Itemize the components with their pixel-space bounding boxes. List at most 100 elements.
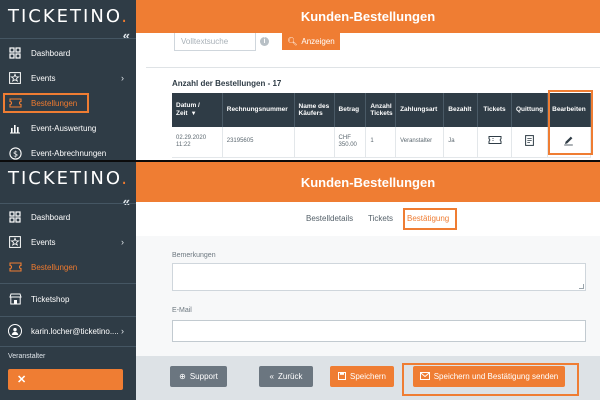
chevron-right-icon: › [121, 73, 124, 83]
sidebar: TICKETINO. « Dashboard Events › Bestellu… [0, 162, 136, 400]
remarks-label: Bemerkungen [172, 252, 216, 259]
cell-tickets [477, 127, 512, 158]
column-header-date[interactable]: Datum / Zeit ▼ [172, 93, 223, 127]
tab-bestaetigung[interactable]: Bestätigung [407, 214, 449, 223]
sidebar-item-event-auswertung[interactable]: Event-Auswertung [0, 117, 136, 139]
email-label: E-Mail [172, 307, 192, 314]
dollar-icon: $ [8, 146, 22, 160]
dashboard-icon [8, 46, 22, 60]
pencil-icon[interactable] [563, 136, 574, 148]
back-button[interactable]: « Zurück [259, 366, 313, 387]
table-row: 02.29.2020 11:22 23195605 CHF 350.00 1 V… [172, 127, 592, 158]
save-button[interactable]: Speichern [330, 366, 394, 387]
sidebar-item-label: Ticketshop [31, 294, 70, 304]
ticketino-logo[interactable]: TICKETINO. [8, 6, 129, 27]
action-footer: ⊕ Support « Zurück Speichern Speichern u… [136, 356, 600, 400]
sidebar-item-dashboard[interactable]: Dashboard [0, 42, 136, 64]
detail-tabs: Bestelldetails Tickets Bestätigung [136, 202, 600, 236]
sidebar-divider [0, 346, 136, 347]
sidebar-divider [0, 316, 136, 317]
cell-amount: CHF 350.00 [334, 127, 367, 158]
cell-ticket-count: 1 [365, 127, 397, 158]
table-header-row: Datum / Zeit ▼ Rechnungsnummer Name des K… [172, 93, 592, 127]
double-chevron-left-icon: « [269, 372, 274, 381]
sidebar-item-label: Events [31, 237, 56, 247]
sidebar-item-label: Bestellungen [31, 98, 78, 108]
sidebar-item-ticketshop[interactable]: Ticketshop [0, 288, 136, 310]
envelope-icon [419, 371, 430, 382]
sidebar-item-events[interactable]: Events › [0, 231, 136, 253]
sidebar-item-bestellungen[interactable]: Bestellungen [0, 92, 136, 114]
email-field[interactable] [172, 320, 586, 342]
back-button-label: Zurück [278, 372, 303, 381]
cell-payment: Veranstalter [395, 127, 445, 158]
support-button[interactable]: ⊕ Support [170, 366, 227, 387]
column-header-amount[interactable]: Betrag [334, 93, 367, 127]
shop-icon [8, 292, 22, 306]
save-button-label: Speichern [349, 372, 387, 381]
bar-chart-icon [8, 121, 22, 135]
chevron-right-icon: › [121, 237, 124, 247]
sidebar-item-label: Events [31, 73, 56, 83]
cell-invoice: 23195605 [222, 127, 295, 158]
page-title: Kunden-Bestellungen [300, 9, 436, 24]
sidebar-divider [0, 283, 136, 284]
sidebar-item-label: Dashboard [31, 48, 71, 58]
tab-tickets[interactable]: Tickets [368, 214, 393, 223]
page-header: Kunden-Bestellungen [136, 0, 600, 33]
cell-date: 02.29.2020 11:22 [172, 127, 223, 158]
show-button-label: Anzeigen [301, 37, 335, 46]
orders-table: Datum / Zeit ▼ Rechnungsnummer Name des K… [172, 93, 592, 158]
ticketino-logo[interactable]: TICKETINO. [8, 168, 129, 189]
remarks-textarea[interactable] [172, 263, 586, 291]
column-header-buyer[interactable]: Name des Käufers [294, 93, 335, 127]
active-tab-indicator [407, 228, 457, 229]
search-icon: 🔍︎ [287, 37, 298, 46]
chevron-right-icon: › [121, 326, 124, 336]
sidebar-item-user-account[interactable]: karin.locher@ticketino.... › [0, 320, 136, 342]
receipt-icon[interactable] [525, 134, 534, 148]
sort-down-icon[interactable]: ▼ [191, 111, 197, 117]
ticket-icon [8, 96, 22, 110]
ticket-download-icon[interactable] [488, 136, 502, 147]
sidebar-item-dashboard[interactable]: Dashboard [0, 206, 136, 228]
sidebar-divider [0, 38, 136, 39]
resize-handle-icon[interactable] [579, 284, 584, 289]
user-email: karin.locher@ticketino.... [31, 326, 119, 336]
role-close-button[interactable]: ✕ [8, 369, 123, 390]
sidebar-item-label: Event-Abrechnungen [31, 148, 107, 158]
svg-text:$: $ [12, 149, 17, 158]
save-icon [337, 371, 346, 382]
confirmation-form: Bemerkungen E-Mail [136, 236, 600, 356]
info-icon[interactable]: i [260, 37, 269, 46]
sidebar-item-bestellungen[interactable]: Bestellungen [0, 256, 136, 278]
sidebar-item-label: Event-Auswertung [31, 123, 97, 133]
save-and-send-button[interactable]: Speichern und Bestätigung senden [413, 366, 565, 387]
section-divider [146, 67, 600, 68]
cell-paid: Ja [443, 127, 479, 158]
column-header-paid[interactable]: Bezahlt [443, 93, 479, 127]
orders-list-view: TICKETINO. « Dashboard Events › Bestellu… [0, 0, 600, 160]
role-label: Veranstalter [8, 353, 46, 360]
search-input[interactable]: Volltextsuche [174, 33, 256, 51]
column-header-edit: Bearbeiten [547, 93, 592, 127]
order-detail-view: TICKETINO. « Dashboard Events › Bestellu… [0, 162, 600, 400]
sidebar-item-label: Dashboard [31, 212, 71, 222]
column-header-payment[interactable]: Zahlungsart [395, 93, 445, 127]
sidebar-item-events[interactable]: Events › [0, 67, 136, 89]
star-icon [8, 235, 22, 249]
sidebar-item-event-abrechnungen[interactable]: $ Event-Abrechnungen [0, 142, 136, 160]
page-header: Kunden-Bestellungen [136, 162, 600, 202]
orders-content: Volltextsuche i 🔍︎ Anzeigen Anzahl der B… [136, 33, 600, 160]
show-button[interactable]: 🔍︎ Anzeigen [282, 33, 340, 50]
tab-bestelldetails[interactable]: Bestelldetails [306, 214, 353, 223]
sidebar-item-label: Bestellungen [31, 262, 78, 272]
orders-count: Anzahl der Bestellungen - 17 [172, 79, 282, 88]
collapse-sidebar-icon[interactable]: « [123, 28, 130, 43]
star-icon [8, 71, 22, 85]
save-and-send-button-label: Speichern und Bestätigung senden [433, 372, 559, 381]
column-header-tickets: Tickets [477, 93, 512, 127]
column-header-ticket-count[interactable]: Anzahl Tickets [365, 93, 397, 127]
column-header-invoice[interactable]: Rechnungsnummer [222, 93, 295, 127]
screenshot-root: TICKETINO. « Dashboard Events › Bestellu… [0, 0, 600, 400]
